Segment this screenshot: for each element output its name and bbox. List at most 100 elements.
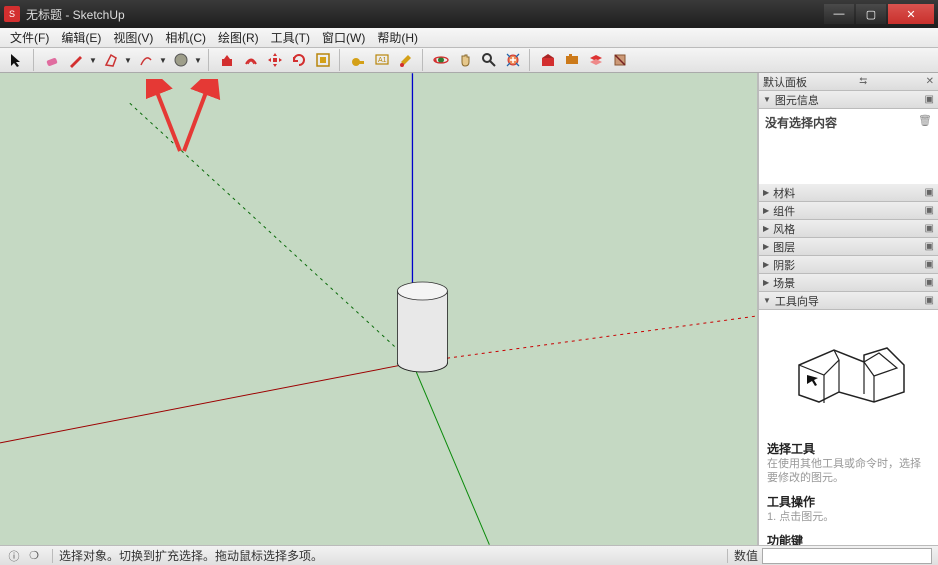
tray-close-icon[interactable]: ✕ bbox=[926, 76, 934, 87]
panel-close-icon[interactable]: ▣ bbox=[925, 187, 934, 198]
instructor-tool-title: 选择工具 bbox=[767, 440, 930, 457]
close-button[interactable]: ✕ bbox=[888, 4, 934, 24]
window-title: 无标题 - SketchUp bbox=[26, 6, 824, 23]
styles-title: 风格 bbox=[773, 221, 795, 237]
materials-title: 材料 bbox=[773, 185, 795, 201]
scale-tool[interactable] bbox=[312, 49, 334, 71]
instructor-ops-heading: 工具操作 bbox=[767, 493, 930, 510]
expand-icon: ▶ bbox=[763, 278, 769, 287]
toolbar-separator bbox=[208, 49, 213, 71]
instructor-keys-heading: 功能键 bbox=[767, 532, 930, 545]
tray-header[interactable]: 默认面板 ⮀ ✕ bbox=[759, 73, 938, 91]
menu-help[interactable]: 帮助(H) bbox=[371, 27, 424, 48]
titlebar: S 无标题 - SketchUp — ▢ ✕ bbox=[0, 0, 938, 28]
entity-info-title: 图元信息 bbox=[775, 92, 819, 108]
scenes-title: 场景 bbox=[773, 275, 795, 291]
layers-title: 图层 bbox=[773, 239, 795, 255]
panel-close-icon[interactable]: ▣ bbox=[925, 223, 934, 234]
orbit-tool[interactable] bbox=[430, 49, 452, 71]
arc-dropdown[interactable]: ▼ bbox=[159, 56, 167, 65]
menu-tools[interactable]: 工具(T) bbox=[265, 27, 316, 48]
panel-close-icon[interactable]: ▣ bbox=[925, 259, 934, 270]
paint-tool[interactable] bbox=[395, 49, 417, 71]
toolbar-separator bbox=[33, 49, 38, 71]
panel-close-icon[interactable]: ▣ bbox=[925, 94, 934, 105]
viewport-canvas bbox=[0, 73, 757, 545]
tray-title: 默认面板 bbox=[763, 74, 807, 90]
instructor-header[interactable]: ▼ 工具向导 ▣ bbox=[759, 292, 938, 310]
zoom-tool[interactable] bbox=[478, 49, 500, 71]
scenes-header[interactable]: ▶ 场景 ▣ bbox=[759, 274, 938, 292]
menu-window[interactable]: 窗口(W) bbox=[316, 27, 371, 48]
menubar: 文件(F) 编辑(E) 视图(V) 相机(C) 绘图(R) 工具(T) 窗口(W… bbox=[0, 28, 938, 48]
styles-header[interactable]: ▶ 风格 ▣ bbox=[759, 220, 938, 238]
status-info-icon[interactable]: ⓘ bbox=[6, 548, 22, 564]
value-input[interactable] bbox=[762, 548, 932, 564]
move-tool[interactable] bbox=[264, 49, 286, 71]
pushpull-tool[interactable] bbox=[216, 49, 238, 71]
instructor-title: 工具向导 bbox=[775, 293, 819, 309]
pin-icon[interactable]: ⮀ bbox=[859, 76, 867, 87]
shape-dropdown[interactable]: ▼ bbox=[124, 56, 132, 65]
menu-draw[interactable]: 绘图(R) bbox=[212, 27, 265, 48]
app-icon: S bbox=[4, 6, 20, 22]
toolbar-separator bbox=[422, 49, 427, 71]
panel-close-icon[interactable]: ▣ bbox=[925, 277, 934, 288]
offset-tool[interactable] bbox=[240, 49, 262, 71]
entity-info-body: 🗑 没有选择内容 bbox=[759, 109, 938, 184]
menu-edit[interactable]: 编辑(E) bbox=[55, 27, 107, 48]
panel-close-icon[interactable]: ▣ bbox=[925, 205, 934, 216]
collapse-icon: ▼ bbox=[763, 95, 771, 104]
panel-close-icon[interactable]: ▣ bbox=[925, 295, 934, 306]
components-title: 组件 bbox=[773, 203, 795, 219]
value-label: 数值 bbox=[734, 547, 758, 564]
status-hint: 选择对象。切换到扩充选择。拖动鼠标选择多项。 bbox=[59, 547, 323, 564]
minimize-button[interactable]: — bbox=[824, 4, 854, 24]
rotate-tool[interactable] bbox=[288, 49, 310, 71]
circle-dropdown[interactable]: ▼ bbox=[194, 56, 202, 65]
status-help-icon[interactable]: ❍ bbox=[26, 549, 42, 562]
instructor-body: 选择工具 在使用其他工具或命令时，选择要修改的图元。 工具操作 1. 点击图元。… bbox=[759, 310, 938, 545]
annotation-arrows bbox=[146, 79, 226, 159]
svg-text:A1: A1 bbox=[378, 57, 387, 64]
materials-header[interactable]: ▶ 材料 ▣ bbox=[759, 184, 938, 202]
shape-tool[interactable] bbox=[100, 49, 122, 71]
layers-header[interactable]: ▶ 图层 ▣ bbox=[759, 238, 938, 256]
panel-close-icon[interactable]: ▣ bbox=[925, 241, 934, 252]
instructor-ops-1: 1. 点击图元。 bbox=[767, 510, 930, 524]
expand-icon: ▶ bbox=[763, 224, 769, 233]
select-tool[interactable] bbox=[6, 49, 28, 71]
instructor-desc: 在使用其他工具或命令时，选择要修改的图元。 bbox=[767, 457, 930, 485]
trash-icon[interactable]: 🗑 bbox=[918, 114, 932, 127]
expand-icon: ▶ bbox=[763, 206, 769, 215]
menu-camera[interactable]: 相机(C) bbox=[159, 27, 212, 48]
zoom-extents-tool[interactable] bbox=[502, 49, 524, 71]
layers-tool[interactable] bbox=[585, 49, 607, 71]
tape-tool[interactable] bbox=[347, 49, 369, 71]
text-tool[interactable]: A1 bbox=[371, 49, 393, 71]
pan-tool[interactable] bbox=[454, 49, 476, 71]
expand-icon: ▶ bbox=[763, 242, 769, 251]
components-header[interactable]: ▶ 组件 ▣ bbox=[759, 202, 938, 220]
section-tool[interactable] bbox=[609, 49, 631, 71]
entity-info-header[interactable]: ▼ 图元信息 ▣ bbox=[759, 91, 938, 109]
3dwarehouse-tool[interactable] bbox=[537, 49, 559, 71]
maximize-button[interactable]: ▢ bbox=[856, 4, 886, 24]
instructor-illustration bbox=[759, 310, 938, 430]
menu-file[interactable]: 文件(F) bbox=[4, 27, 55, 48]
eraser-tool[interactable] bbox=[41, 49, 63, 71]
expand-icon: ▶ bbox=[763, 188, 769, 197]
menu-view[interactable]: 视图(V) bbox=[107, 27, 159, 48]
shadows-title: 阴影 bbox=[773, 257, 795, 273]
toolbar-separator bbox=[339, 49, 344, 71]
model-viewport[interactable] bbox=[0, 73, 758, 545]
expand-icon: ▶ bbox=[763, 260, 769, 269]
no-selection-label: 没有选择内容 bbox=[765, 116, 837, 130]
pencil-dropdown[interactable]: ▼ bbox=[89, 56, 97, 65]
arc-tool[interactable] bbox=[135, 49, 157, 71]
shadows-header[interactable]: ▶ 阴影 ▣ bbox=[759, 256, 938, 274]
circle-tool[interactable] bbox=[170, 49, 192, 71]
extension-tool[interactable] bbox=[561, 49, 583, 71]
collapse-icon: ▼ bbox=[763, 296, 771, 305]
pencil-tool[interactable] bbox=[65, 49, 87, 71]
